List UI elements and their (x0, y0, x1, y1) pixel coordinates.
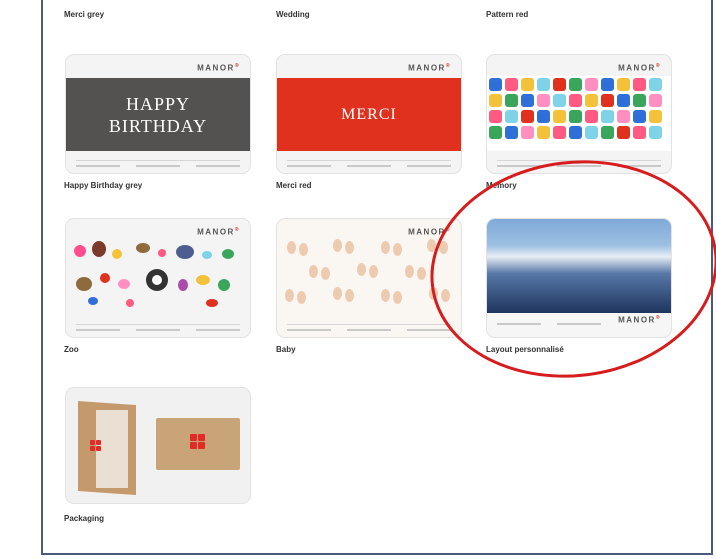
card-zoo[interactable]: MANOR® (65, 218, 251, 338)
card-merci-red[interactable]: MANOR® MERCI (276, 54, 462, 174)
card-label-happy-birthday-grey[interactable]: Happy Birthday grey (64, 181, 142, 190)
manor-logo: MANOR® (197, 63, 240, 73)
card-footer (76, 324, 240, 331)
card-design-memory-tiles (487, 76, 671, 151)
card-label-zoo[interactable]: Zoo (64, 345, 79, 354)
card-packaging[interactable] (65, 387, 251, 504)
manor-logo: MANOR® (197, 227, 240, 237)
card-footer (287, 324, 451, 331)
card-label-merci-red[interactable]: Merci red (276, 181, 312, 190)
card-design-happy-birthday: HAPPY BIRTHDAY (66, 78, 250, 151)
manor-logo: MANOR® (408, 63, 451, 73)
card-label-packaging[interactable]: Packaging (64, 514, 104, 523)
manor-logo: MANOR® (618, 63, 661, 73)
card-memory[interactable]: MANOR® (486, 54, 672, 174)
card-label-merci-grey[interactable]: Merci grey (64, 10, 104, 19)
card-footer (287, 160, 451, 167)
card-label-baby[interactable]: Baby (276, 345, 296, 354)
card-footer (76, 160, 240, 167)
card-design-merci: MERCI (277, 78, 461, 151)
card-happy-birthday-grey[interactable]: MANOR® HAPPY BIRTHDAY (65, 54, 251, 174)
card-label-wedding[interactable]: Wedding (276, 10, 310, 19)
card-label-pattern-red[interactable]: Pattern red (486, 10, 528, 19)
